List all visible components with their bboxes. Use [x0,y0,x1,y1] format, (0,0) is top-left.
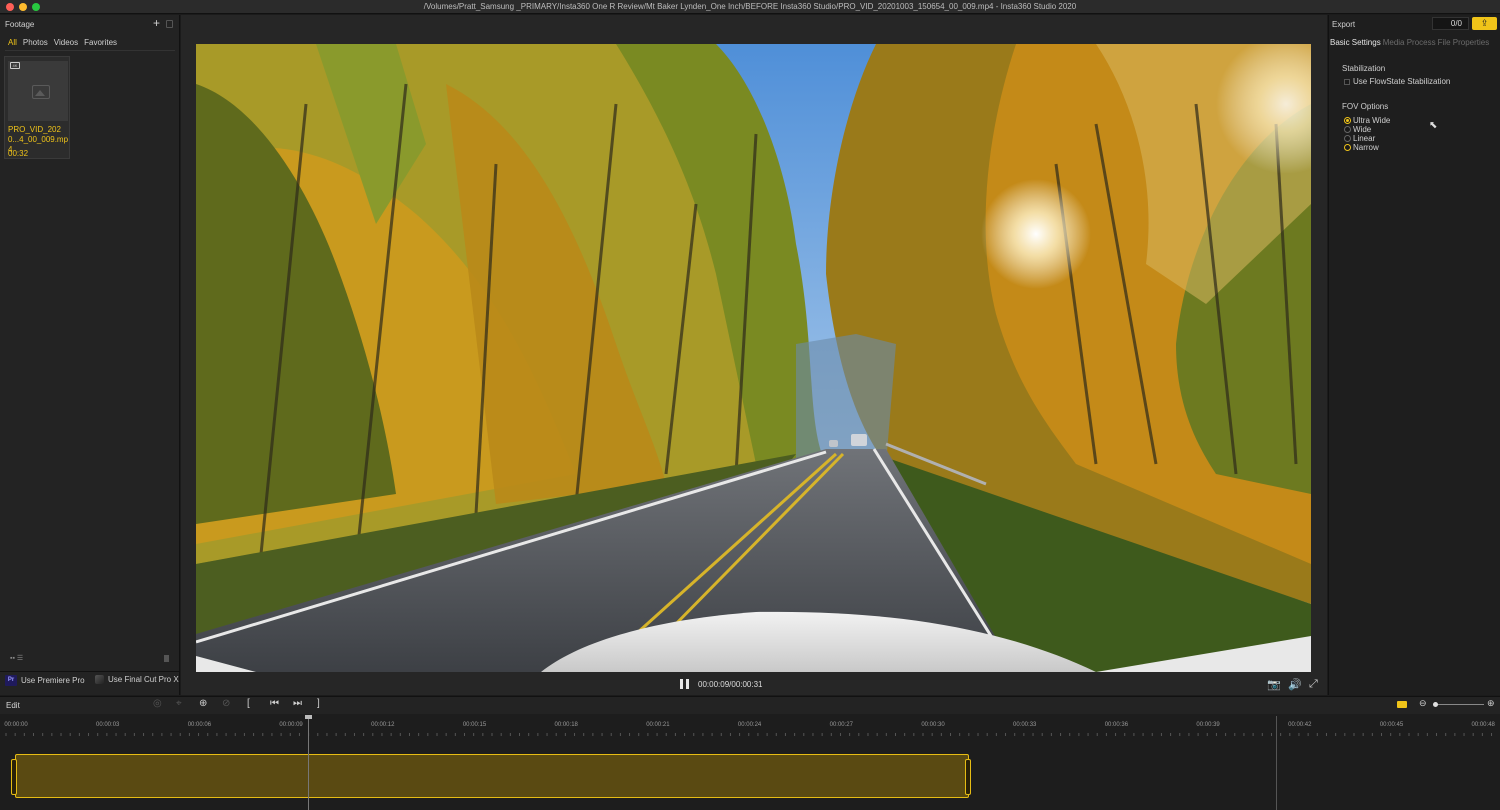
trim-start-icon[interactable]: [ [247,698,250,709]
thumbnail-image [8,61,68,121]
radio-icon[interactable] [1344,126,1351,133]
premiere-plugin-button[interactable]: Pr Use Premiere Pro [5,675,85,686]
timeline-tick-label: 00:00:45 [1379,722,1404,728]
playhead-handle[interactable] [305,715,312,719]
tabs-divider [5,50,175,51]
zoom-out-icon[interactable]: ⊖ [1419,698,1427,709]
pause-button[interactable] [680,679,689,689]
panel-divider [0,671,180,672]
flowstate-label: Use FlowState Stabilization [1353,77,1451,86]
tab-photos[interactable]: Photos [23,38,48,47]
mouse-cursor-icon: ⬉ [1429,120,1438,131]
timeline-tick-label: 00:00:06 [187,722,212,728]
trash-icon[interactable] [164,655,169,662]
fov-option-narrow[interactable]: Narrow [1344,143,1379,152]
premiere-icon: Pr [5,675,17,686]
speed-icon[interactable]: ⊘ [222,698,230,709]
tab-basic-settings[interactable]: Basic Settings [1330,38,1381,47]
video-preview[interactable] [196,44,1311,672]
stabilization-label: Stabilization [1342,64,1386,73]
window-title: /Volumes/Pratt_Samsung _PRIMARY/Insta360… [423,2,1077,11]
fov-option-ultra-wide[interactable]: Ultra Wide [1344,116,1390,125]
title-bar: /Volumes/Pratt_Samsung _PRIMARY/Insta360… [0,0,1500,14]
clip-end-handle[interactable] [965,759,971,795]
export-icon[interactable]: ⇪ [1472,17,1497,30]
skip-back-icon[interactable]: ⏮ [270,698,279,709]
fov-option-label: Wide [1353,125,1372,134]
final-cut-plugin-button[interactable]: Use Final Cut Pro X [95,675,179,684]
zoom-slider[interactable] [1434,704,1484,705]
timeline-tick-label: 00:00:21 [646,722,670,728]
timeline-tick-label: 00:00:12 [371,722,395,728]
export-tabs: Basic Settings Media Process File Proper… [1330,38,1491,47]
fov-option-label: Ultra Wide [1353,116,1391,125]
add-keyframe-icon[interactable]: ⊕ [199,698,207,709]
timeline-tick-label: 00:00:39 [1196,722,1220,728]
clip-duration: 00:32 [8,149,29,158]
timeline-tick-label: 00:00:36 [1104,722,1129,728]
checkbox-icon[interactable] [1344,78,1350,85]
tab-videos[interactable]: Videos [54,38,78,47]
zoom-in-icon[interactable]: ⊕ [1487,698,1495,709]
ruler-ticks [5,733,1493,736]
tab-all[interactable]: All [8,38,17,47]
timeline-tick-label: 00:00:33 [1013,722,1037,728]
fov-option-linear[interactable]: Linear [1344,134,1375,143]
tab-file-properties[interactable]: File Properties [1438,38,1490,47]
timeline-tick-label: 00:00:27 [829,722,853,728]
camera-snapshot-icon[interactable]: 📷 [1267,678,1281,691]
export-count: 0/0 [1432,17,1469,30]
radio-icon[interactable] [1344,135,1351,142]
footage-panel: Footage + All Photos Videos Favorites 4K… [0,15,180,695]
timeline-tick-label: 00:00:24 [737,722,762,728]
trim-end-icon[interactable]: ] [317,698,320,709]
snap-toggle-icon[interactable] [1397,701,1407,708]
timeline-end-marker [1276,716,1277,810]
timecode-display: 00:00:09/00:00:31 [698,680,763,689]
fov-option-label: Linear [1353,134,1376,143]
tab-media-process[interactable]: Media Process [1383,38,1436,47]
keyframe-icon[interactable]: ◎ [153,698,162,709]
360-badge-icon: 4K [10,62,20,69]
timeline-tick-label: 00:00:18 [554,722,578,728]
timeline-clip[interactable] [15,754,969,798]
fov-options-label: FOV Options [1342,102,1389,111]
edit-label: Edit [6,701,20,710]
timeline-tick-label: 00:00:03 [96,722,120,728]
timeline-tick-label: 00:00:48 [1471,722,1495,728]
import-folder-icon[interactable] [166,20,173,28]
tab-favorites[interactable]: Favorites [84,38,117,47]
playhead[interactable] [308,716,309,810]
timeline-tick-label: 00:00:00 [4,722,28,728]
timeline-tick-label: 00:00:30 [921,722,945,728]
fullscreen-icon[interactable]: ⤢ [1309,678,1318,691]
final-cut-label: Use Final Cut Pro X [108,675,179,684]
footage-header: Footage [5,20,35,29]
fov-option-label: Narrow [1353,143,1379,152]
clip-start-handle[interactable] [11,759,17,795]
fov-option-wide[interactable]: Wide [1344,125,1371,134]
timeline-tick-label: 00:00:42 [1288,722,1312,728]
export-panel: Export 0/0 ⇪ Basic Settings Media Proces… [1328,15,1500,695]
timeline-tick-label: 00:00:09 [279,722,303,728]
skip-forward-icon[interactable]: ⏭ [293,698,302,709]
radio-selected-icon[interactable] [1344,117,1351,124]
flowstate-checkbox[interactable]: Use FlowState Stabilization [1344,77,1450,86]
footage-thumbnail[interactable]: 4K PRO_VID_2020...4_00_009.mp4 00:32 [4,56,70,159]
zoom-slider-knob[interactable] [1433,702,1438,707]
volume-icon[interactable]: 🔊 [1288,678,1302,691]
image-placeholder-icon [32,85,50,99]
deep-track-icon[interactable]: ⌖ [176,698,182,709]
final-cut-icon [95,675,104,684]
radio-icon[interactable] [1344,144,1351,151]
view-toggle-icon[interactable]: ▪▪ ☰ [10,654,23,662]
add-icon[interactable]: + [153,16,160,30]
export-label: Export [1332,20,1356,29]
footage-tabs: All Photos Videos Favorites [8,38,123,47]
timeline-tick-label: 00:00:15 [462,722,487,728]
premiere-label: Use Premiere Pro [21,676,85,685]
